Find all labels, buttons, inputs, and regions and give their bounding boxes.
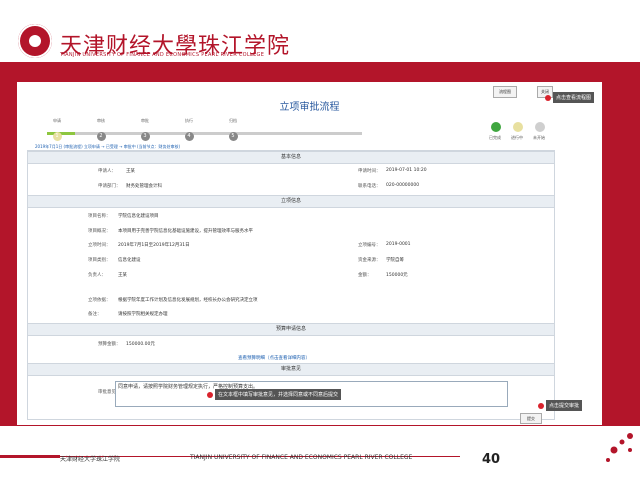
school-seal-logo [18,24,52,58]
note-value: 请按照学院相关规定办理 [118,312,168,317]
footer-school-cn: 天津财经大学珠江学院 [60,456,121,463]
progress-steps: 申请 1 审核 2 审批 3 执行 4 归档 5 [37,118,362,144]
legend-label: 已完成 [489,135,501,140]
callout-bottom-right: 点击提交审批 [546,400,583,411]
decorative-dots-icon [606,433,633,462]
workflow-screen: 立项审批流程 流程图 关闭 申请 1 审核 2 审批 3 执行 4 归档 5 2019年7… [17,82,602,425]
step-label: 归档 [229,118,237,123]
status-legend: 已完成 进行中 未开始 [489,122,559,146]
date-value: 2019-07-01 10:20 [386,168,427,173]
section-opinion: 审批意见 [28,363,554,376]
amount-label: 金额： [358,273,372,278]
date-label: 申请时间： [358,169,381,174]
step-1[interactable]: 申请 1 [37,118,77,141]
form-panel: 基本信息 申请人： 王某 申请时间： 2019-07-01 10:20 申请部门… [27,150,555,420]
legend-done-icon [491,122,501,132]
step-label: 审核 [97,118,105,123]
footer-bar [0,455,60,458]
step-3[interactable]: 审批 3 [125,118,165,141]
dept-label: 申请部门： [98,184,121,189]
phone-value: 020-00000000 [386,183,420,188]
budget-label: 预算金额： [98,342,121,347]
legend-label: 进行中 [511,135,523,140]
callout-marker-icon [538,403,544,409]
budget-detail-link[interactable]: 查看预算明细（点击查看详细内容） [238,355,310,361]
step-dot: 3 [140,132,150,141]
project-time-label: 立项时间： [88,243,111,248]
flowchart-button[interactable]: 流程图 [493,86,517,98]
callout-marker-icon [545,95,551,101]
basis-label: 立项依据： [88,298,111,303]
slide-header: 天津财经大學珠江学院 TIANJIN UNIVERSITY OF FINANCE… [0,0,640,62]
project-type-label: 项目类别： [88,258,111,263]
section-basic: 基本信息 [28,151,554,164]
project-type-value: 信息化建设 [118,258,141,263]
step-dot: 2 [96,132,106,141]
dept-value: 财务处管理会计科 [126,184,162,189]
section-budget: 预算申请信息 [28,323,554,336]
step-dot: 5 [228,132,238,141]
legend-pending-icon [535,122,545,132]
project-desc-value: 本项目用于完善学院信息化基础设施建设，提升管理效率与服务水平 [118,229,253,234]
submit-button[interactable]: 提交 [520,413,542,424]
step-dot: 1 [52,132,62,141]
note-label: 备注： [88,312,102,317]
project-desc-label: 项目概况： [88,229,111,234]
applicant-label: 申请人： [98,169,116,174]
applicant-value: 王某 [126,169,135,174]
fund-value: 学院自筹 [386,258,404,263]
footer-school-en: TIANJIN UNIVERSITY OF FINANCE AND ECONOM… [190,454,413,461]
manager-value: 王某 [118,273,127,278]
page-number: 40 [482,452,501,467]
amount-value: 150000元 [386,273,408,278]
budget-value: 150000.00元 [126,342,155,347]
step-dot: 4 [184,132,194,141]
page-title: 立项审批流程 [279,102,340,113]
project-no-value: 2019-0001 [386,242,411,247]
basis-value: 根据学院年度工作计划及信息化发展规划，经校长办公会研究决定立项 [118,298,258,303]
project-name-value: 学院信息化建设项目 [118,214,159,219]
callout-mid: 在文本框中填写审批意见，并选择同意或不同意后提交 [215,389,342,400]
step-label: 执行 [185,118,193,123]
legend-current-icon [513,122,523,132]
step-4[interactable]: 执行 4 [169,118,209,141]
manager-label: 负责人： [88,273,106,278]
callout-marker-icon [207,392,213,398]
callout-top-right: 点击查看流程图 [553,92,595,103]
legend-label: 未开始 [533,135,545,140]
school-name-en: TIANJIN UNIVERSITY OF FINANCE AND ECONOM… [60,52,265,58]
step-5[interactable]: 归档 5 [213,118,253,141]
step-2[interactable]: 审核 2 [81,118,121,141]
section-project: 立项信息 [28,195,554,208]
step-label: 审批 [141,118,149,123]
phone-label: 联系电话： [358,184,381,189]
project-time-value: 2019年7月1日至2019年12月31日 [118,243,190,248]
step-label: 申请 [53,118,61,123]
project-name-label: 项目名称： [88,214,111,219]
fund-label: 资金来源： [358,258,381,263]
project-no-label: 立项编号： [358,243,381,248]
